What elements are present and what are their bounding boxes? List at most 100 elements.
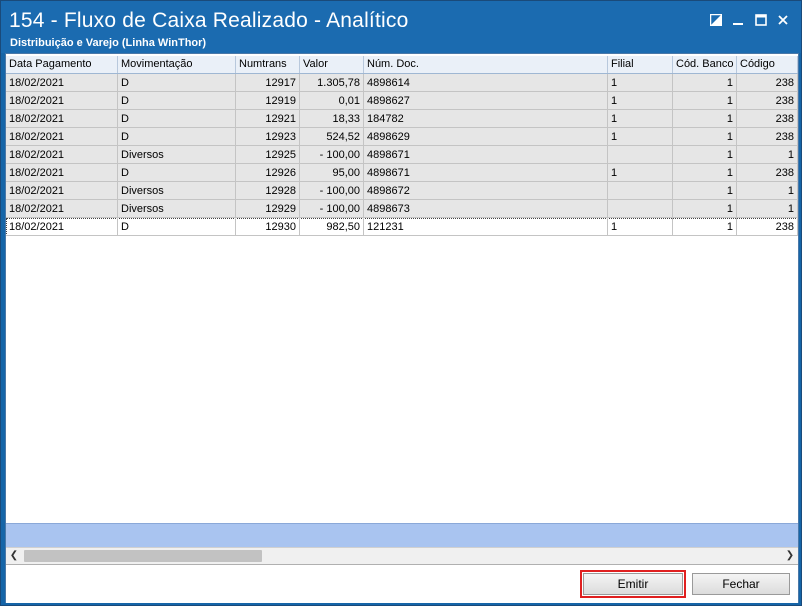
cell-filial[interactable]: 1 xyxy=(608,164,673,182)
cell-movimentacao[interactable]: D xyxy=(118,128,236,146)
cell-valor[interactable]: 1.305,78 xyxy=(300,74,364,92)
cell-numtrans[interactable]: 12921 xyxy=(236,110,300,128)
table-row[interactable]: 18/02/2021 D 12923 524,52 4898629 1 1 238 xyxy=(6,128,798,146)
cell-movimentacao[interactable]: D xyxy=(118,164,236,182)
table-row[interactable]: 18/02/2021 Diversos 12929- 100,00 4898673 1 1 xyxy=(6,200,798,218)
cell-codigo[interactable]: 238 xyxy=(737,128,798,146)
cell-numtrans[interactable]: 12919 xyxy=(236,92,300,110)
cell-num-doc[interactable]: 4898671 xyxy=(364,146,608,164)
cell-codigo[interactable]: 1 xyxy=(737,200,798,218)
cell-numtrans[interactable]: 12923 xyxy=(236,128,300,146)
cell-numtrans[interactable]: 12930 xyxy=(236,218,300,236)
cell-codigo[interactable]: 1 xyxy=(737,182,798,200)
cell-movimentacao[interactable]: D xyxy=(118,74,236,92)
cell-codigo[interactable]: 1 xyxy=(737,146,798,164)
cell-cod-banco[interactable]: 1 xyxy=(673,218,737,236)
col-header-codigo[interactable]: Código xyxy=(737,56,798,73)
cell-filial[interactable] xyxy=(608,200,673,218)
cell-cod-banco[interactable]: 1 xyxy=(673,146,737,164)
cell-codigo[interactable]: 238 xyxy=(737,164,798,182)
col-header-valor[interactable]: Valor xyxy=(300,56,364,73)
cell-codigo[interactable]: 238 xyxy=(737,110,798,128)
table-row[interactable]: 18/02/2021 D 12917 1.305,78 4898614 1 1 238 xyxy=(6,74,798,92)
cell-valor[interactable]: 982,50 xyxy=(300,218,364,236)
cell-num-doc[interactable]: 184782 xyxy=(364,110,608,128)
scrollbar-thumb[interactable] xyxy=(24,550,262,562)
cell-valor[interactable]: 18,33 xyxy=(300,110,364,128)
minimize-icon[interactable] xyxy=(729,11,747,29)
cell-data-pagamento[interactable]: 18/02/2021 xyxy=(6,110,118,128)
cell-valor[interactable]: - 100,00 xyxy=(300,200,364,218)
restore-icon[interactable] xyxy=(707,11,725,29)
cell-filial[interactable]: 1 xyxy=(608,92,673,110)
cell-valor[interactable]: - 100,00 xyxy=(300,182,364,200)
col-header-num-doc[interactable]: Núm. Doc. xyxy=(364,56,608,73)
cell-cod-banco[interactable]: 1 xyxy=(673,92,737,110)
cell-numtrans[interactable]: 12928 xyxy=(236,182,300,200)
cell-cod-banco[interactable]: 1 xyxy=(673,164,737,182)
cell-num-doc[interactable]: 4898671 xyxy=(364,164,608,182)
emitir-button[interactable]: Emitir xyxy=(580,570,686,598)
table-row[interactable]: 18/02/2021 Diversos 12928- 100,00 4898672 1 1 xyxy=(6,182,798,200)
cell-filial[interactable]: 1 xyxy=(608,110,673,128)
cell-codigo[interactable]: 238 xyxy=(737,218,798,236)
cell-numtrans[interactable]: 12917 xyxy=(236,74,300,92)
cell-numtrans[interactable]: 12929 xyxy=(236,200,300,218)
cell-num-doc[interactable]: 4898614 xyxy=(364,74,608,92)
cell-numtrans[interactable]: 12926 xyxy=(236,164,300,182)
cell-data-pagamento[interactable]: 18/02/2021 xyxy=(6,146,118,164)
cell-valor[interactable]: 0,01 xyxy=(300,92,364,110)
scroll-left-icon[interactable]: ❮ xyxy=(6,548,22,564)
cell-data-pagamento[interactable]: 18/02/2021 xyxy=(6,74,118,92)
cell-movimentacao[interactable]: D xyxy=(118,110,236,128)
cell-valor[interactable]: - 100,00 xyxy=(300,146,364,164)
cell-filial[interactable]: 1 xyxy=(608,218,673,236)
cell-num-doc[interactable]: 4898673 xyxy=(364,200,608,218)
cell-codigo[interactable]: 238 xyxy=(737,92,798,110)
cell-valor[interactable]: 524,52 xyxy=(300,128,364,146)
table-row[interactable]: 18/02/2021 Diversos 12925- 100,00 4898671 1 1 xyxy=(6,146,798,164)
cell-filial[interactable] xyxy=(608,182,673,200)
cell-num-doc[interactable]: 4898629 xyxy=(364,128,608,146)
cell-data-pagamento[interactable]: 18/02/2021 xyxy=(6,200,118,218)
col-header-movimentacao[interactable]: Movimentação xyxy=(118,56,236,73)
title-bar[interactable]: 154 - Fluxo de Caixa Realizado - Analíti… xyxy=(1,1,801,53)
fechar-button[interactable]: Fechar xyxy=(692,573,790,595)
col-header-cod-banco[interactable]: Cód. Banco xyxy=(673,56,737,73)
close-icon[interactable] xyxy=(774,11,792,29)
data-grid[interactable]: Data Pagamento Movimentação Numtrans Val… xyxy=(6,54,798,548)
cell-movimentacao[interactable]: Diversos xyxy=(118,200,236,218)
cell-data-pagamento[interactable]: 18/02/2021 xyxy=(6,164,118,182)
col-header-numtrans[interactable]: Numtrans xyxy=(236,56,300,73)
cell-data-pagamento[interactable]: 18/02/2021 xyxy=(6,218,118,236)
cell-data-pagamento[interactable]: 18/02/2021 xyxy=(6,92,118,110)
cell-num-doc[interactable]: 4898627 xyxy=(364,92,608,110)
horizontal-scrollbar[interactable]: ❮ ❯ xyxy=(6,547,798,564)
cell-numtrans[interactable]: 12925 xyxy=(236,146,300,164)
col-header-data-pagamento[interactable]: Data Pagamento xyxy=(6,56,118,73)
table-row[interactable]: 18/02/2021 D 12926 95,00 4898671 1 1 238 xyxy=(6,164,798,182)
cell-codigo[interactable]: 238 xyxy=(737,74,798,92)
table-row[interactable]: 18/02/2021 D 12921 18,33 184782 1 1 238 xyxy=(6,110,798,128)
cell-num-doc[interactable]: 121231 xyxy=(364,218,608,236)
cell-movimentacao[interactable]: D xyxy=(118,218,236,236)
col-header-filial[interactable]: Filial xyxy=(608,56,673,73)
cell-movimentacao[interactable]: Diversos xyxy=(118,146,236,164)
cell-cod-banco[interactable]: 1 xyxy=(673,200,737,218)
cell-filial[interactable] xyxy=(608,146,673,164)
cell-filial[interactable]: 1 xyxy=(608,128,673,146)
cell-data-pagamento[interactable]: 18/02/2021 xyxy=(6,128,118,146)
cell-filial[interactable]: 1 xyxy=(608,74,673,92)
cell-num-doc[interactable]: 4898672 xyxy=(364,182,608,200)
table-row[interactable]: 18/02/2021 D 12930 982,50 121231 1 1 238 xyxy=(6,218,798,236)
cell-movimentacao[interactable]: Diversos xyxy=(118,182,236,200)
cell-data-pagamento[interactable]: 18/02/2021 xyxy=(6,182,118,200)
cell-cod-banco[interactable]: 1 xyxy=(673,182,737,200)
cell-movimentacao[interactable]: D xyxy=(118,92,236,110)
cell-valor[interactable]: 95,00 xyxy=(300,164,364,182)
table-row[interactable]: 18/02/2021 D 12919 0,01 4898627 1 1 238 xyxy=(6,92,798,110)
cell-cod-banco[interactable]: 1 xyxy=(673,110,737,128)
cell-cod-banco[interactable]: 1 xyxy=(673,128,737,146)
scroll-right-icon[interactable]: ❯ xyxy=(782,548,798,564)
maximize-icon[interactable] xyxy=(752,11,770,29)
